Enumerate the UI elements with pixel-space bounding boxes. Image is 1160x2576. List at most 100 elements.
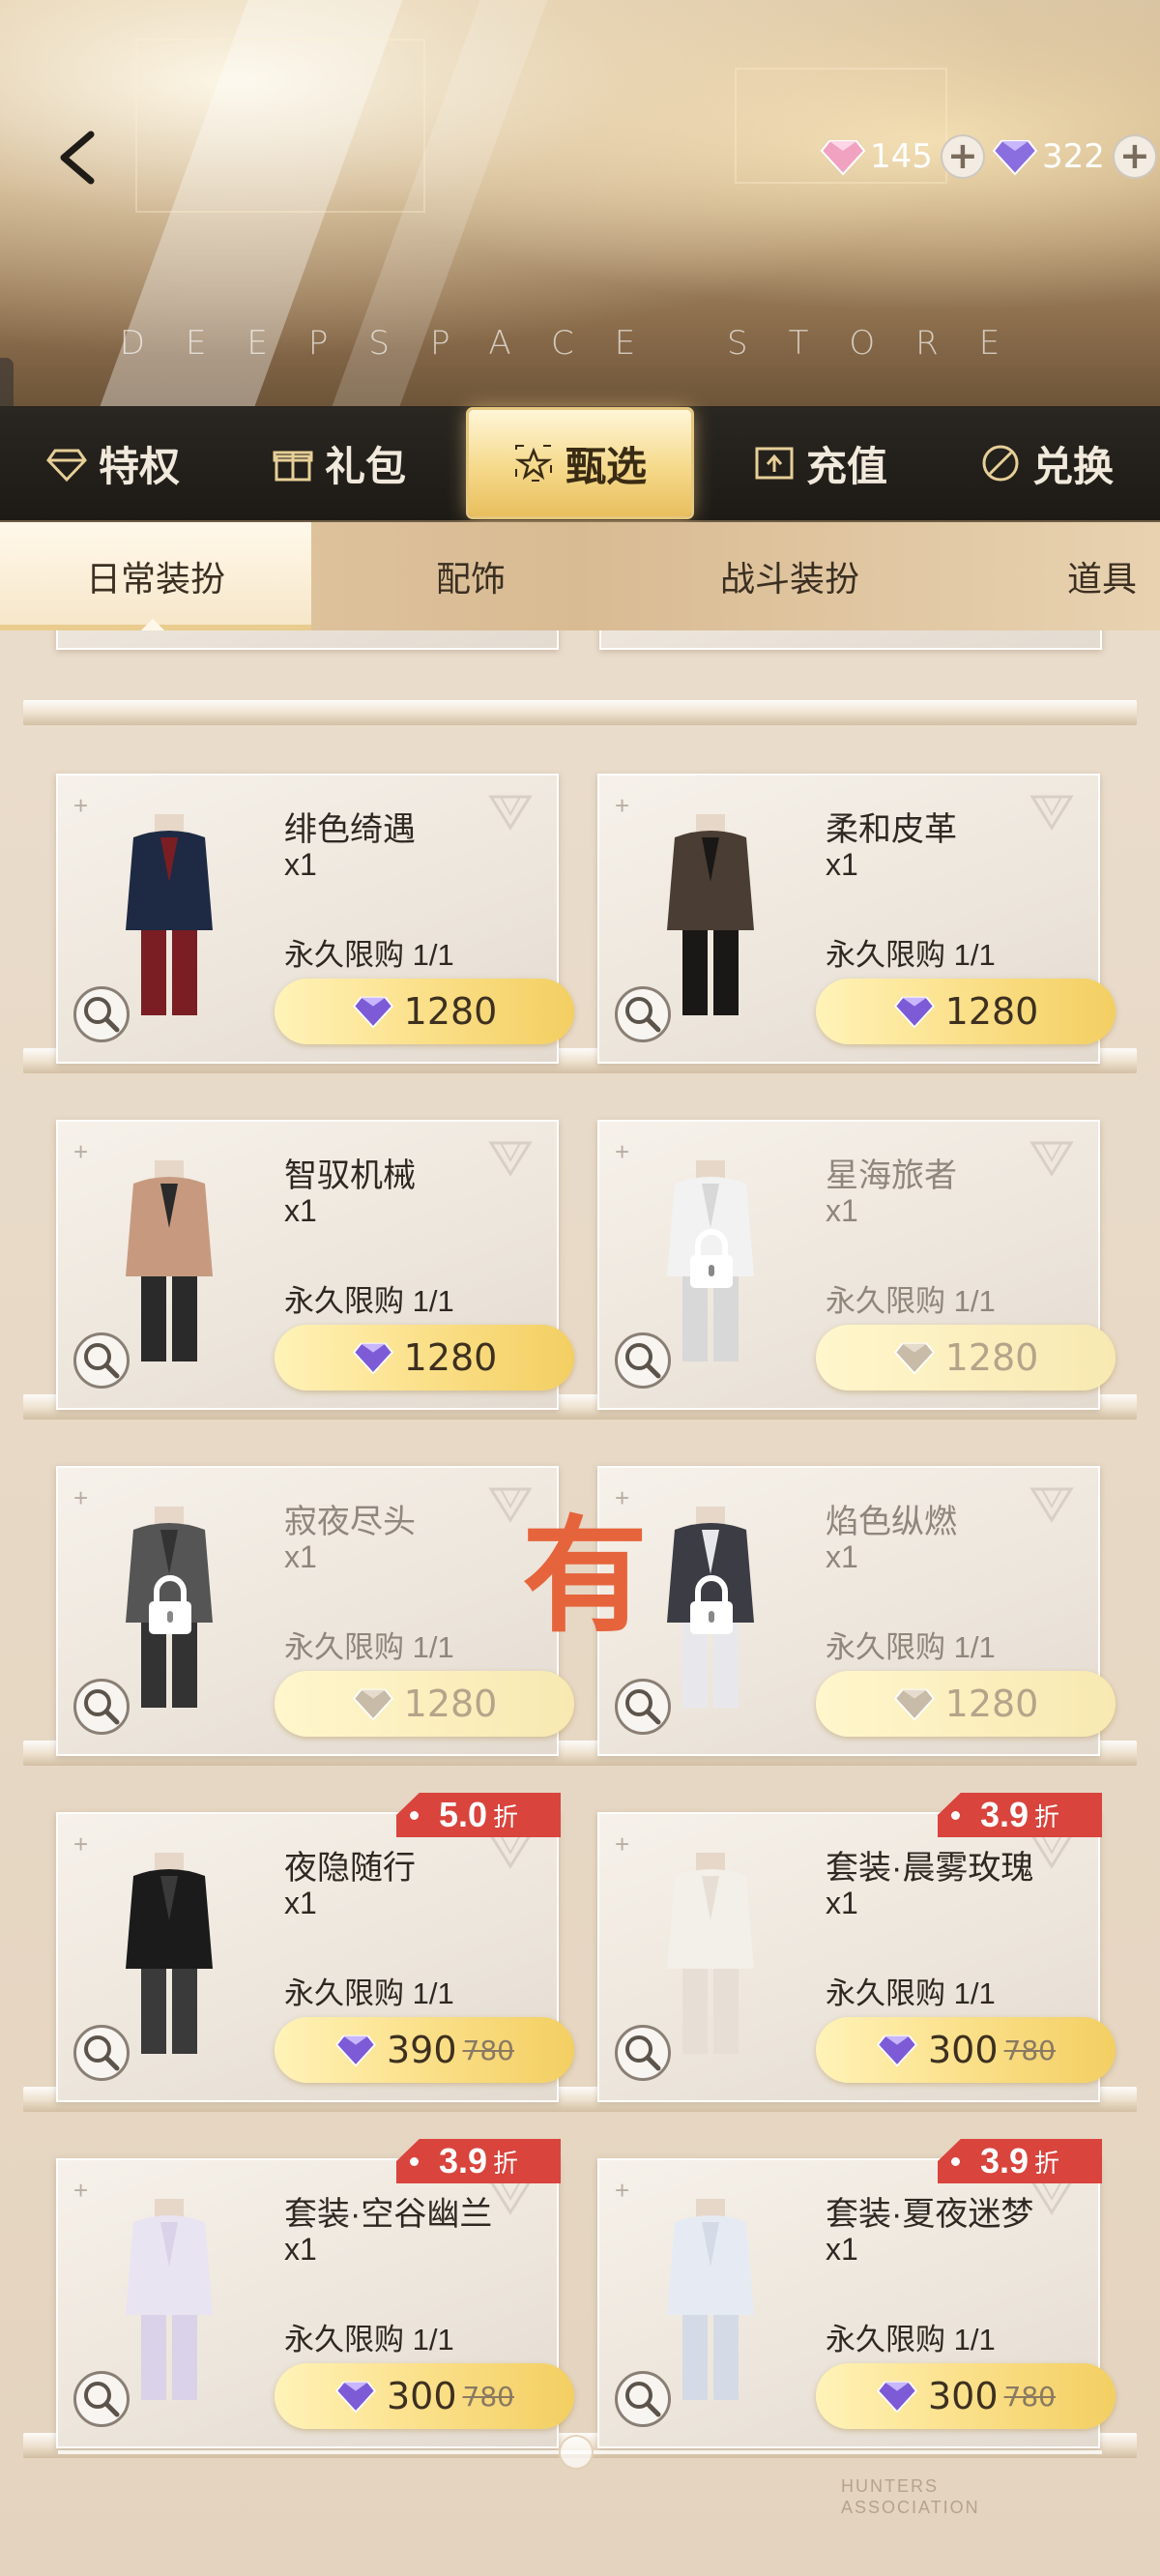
preview-button[interactable] [73,1332,130,1389]
purchase-limit: 永久限购 1/1 [284,1630,454,1664]
purple-gem-icon [335,2381,376,2414]
buy-button[interactable]: 300 780 [816,2363,1116,2429]
buy-button[interactable]: 390 780 [275,2017,574,2083]
price-value: 1280 [944,1336,1039,1379]
scroll-indicator[interactable] [559,2435,594,2470]
purple-gem-icon [877,2034,917,2067]
price-value: 1280 [944,990,1039,1033]
purchase-limit: 永久限购 1/1 [284,938,454,972]
watermark-text: 有 [522,1503,649,1650]
preview-button[interactable] [615,1679,671,1735]
plus-icon: + [615,791,630,820]
product-card[interactable]: + 柔和皮革 x1 永久限购 1/1 1280 [597,774,1116,1064]
preview-button[interactable] [73,2371,130,2427]
magnifier-icon [84,2382,120,2417]
discount-value: 3.9 [979,1795,1030,1834]
discount-unit: 折 [1034,1801,1060,1831]
price-value: 300 [387,2375,457,2417]
purple-gem-icon [893,996,935,1029]
tab-recharge[interactable]: 充值 [724,417,917,510]
product-card[interactable]: + 夜隐随行 x1 永久限购 1/1 390 780 5.0 折 [56,1793,574,2102]
store-title: DEEPSPACE STORE [119,324,1041,363]
currency-purple: 322 + [992,132,1157,182]
lock-icon [690,1575,733,1634]
buy-button[interactable]: 300 780 [275,2363,574,2429]
preview-button[interactable] [73,986,130,1042]
subtab-label: 战斗装扮 [719,559,859,599]
price-value: 390 [387,2029,457,2071]
plus-icon: + [615,1137,630,1166]
preview-button[interactable] [73,2025,130,2081]
back-button[interactable] [48,124,106,191]
purchase-limit: 永久限购 1/1 [284,2323,454,2356]
tab-label: 充值 [805,443,887,489]
preview-button[interactable] [615,1332,671,1389]
product-card[interactable]: + 星海旅者 x1 永久限购 1/1 1280 [597,1120,1116,1410]
product-quantity: x1 [284,847,317,882]
product-card-partial [599,630,1102,650]
product-card[interactable]: + 寂夜尽头 x1 永久限购 1/1 1280 [56,1466,574,1756]
preview-button[interactable] [73,1679,130,1735]
purchase-limit: 永久限购 1/1 [826,1976,996,2010]
product-name: 星海旅者 [826,1157,957,1194]
product-quantity: x1 [826,1539,858,1574]
sub-nav: 日常装扮 配饰 战斗装扮 道具 [0,522,1160,630]
buy-button[interactable]: 1280 [275,1325,574,1390]
original-price: 780 [1003,2380,1056,2413]
tab-featured[interactable]: 甄选 [469,410,691,516]
preview-button[interactable] [615,2371,671,2427]
product-card[interactable]: + 绯色绮遇 x1 永久限购 1/1 1280 [56,774,574,1064]
subtab-label: 道具 [1066,559,1137,599]
buy-button[interactable]: 1280 [816,1325,1116,1390]
product-card[interactable]: + 套装·晨雾玫瑰 x1 永久限购 1/1 300 780 3.9 折 [597,1793,1116,2102]
subtab-items[interactable]: 道具 [949,522,1160,630]
outfit-image [126,2199,213,2400]
buy-button[interactable]: 1280 [816,979,1116,1044]
brand-mark-icon [488,2180,533,2215]
tab-privilege[interactable]: 特权 [16,417,210,510]
hunters-association-logo: HUNTERS ASSOCIATION [841,2476,980,2517]
preview-button[interactable] [615,986,671,1042]
price-value: 300 [928,2029,999,2071]
brand-mark-icon [488,795,533,831]
subtab-battle-outfit[interactable]: 战斗装扮 [630,522,949,630]
purchase-limit: 永久限购 1/1 [826,1284,996,1318]
product-quantity: x1 [284,1886,317,1920]
product-card[interactable]: + 套装·夏夜迷梦 x1 永久限购 1/1 300 780 3.9 折 [597,2139,1116,2448]
subtab-accessories[interactable]: 配饰 [311,522,630,630]
magnifier-icon [625,2035,661,2071]
product-card-partial [56,630,559,650]
purchase-limit: 永久限购 1/1 [826,938,996,972]
magnifier-icon [625,997,661,1033]
buy-button[interactable]: 300 780 [816,2017,1116,2083]
outfit-image [126,1160,213,1361]
subtab-daily-outfit[interactable]: 日常装扮 [0,522,311,630]
brand-mark-icon [488,1833,533,1869]
product-card[interactable]: + 焰色纵燃 x1 永久限购 1/1 1280 [597,1466,1116,1756]
preview-button[interactable] [615,2025,671,2081]
add-pink-currency-button[interactable]: + [940,134,985,179]
tab-label: 甄选 [565,443,647,489]
buy-button[interactable]: 1280 [275,979,574,1044]
outfit-image [126,1853,213,2054]
product-card[interactable]: + 智驭机械 x1 永久限购 1/1 1280 [56,1120,574,1410]
outfit-image [667,2199,754,2400]
plus-icon: + [73,791,89,820]
product-name: 柔和皮革 [826,811,957,848]
price-value: 1280 [944,1683,1039,1725]
product-name: 寂夜尽头 [284,1504,416,1540]
product-card[interactable]: + 套装·空谷幽兰 x1 永久限购 1/1 300 780 3.9 折 [56,2139,574,2448]
product-quantity: x1 [284,1539,317,1574]
discount-value: 5.0 [438,1795,488,1834]
discount-badge: 5.0 折 [396,1793,561,1837]
buy-button[interactable]: 1280 [275,1671,574,1737]
buy-button[interactable]: 1280 [816,1671,1116,1737]
shelf [23,700,1137,725]
purchase-limit: 永久限购 1/1 [284,1284,454,1318]
purple-gem-icon [877,2381,917,2414]
purple-gem-icon [893,1688,935,1721]
add-purple-currency-button[interactable]: + [1112,134,1157,179]
tab-gift-pack[interactable]: 礼包 [243,417,436,510]
purple-gem-icon [893,1342,935,1375]
tab-exchange[interactable]: 兑换 [950,417,1144,510]
